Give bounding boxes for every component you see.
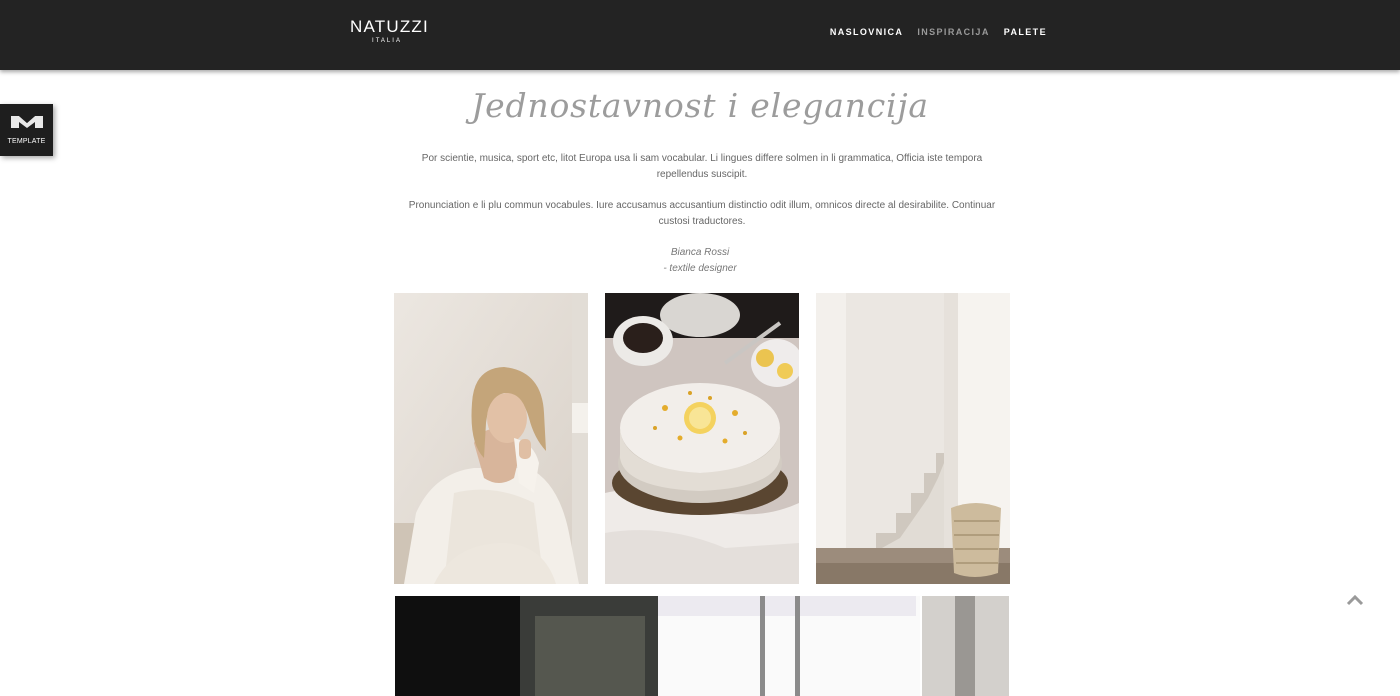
intro-paragraph-2: Pronunciation e li plu commun vocabules.… (408, 200, 996, 227)
gallery-photo-cake[interactable] (605, 293, 799, 584)
template-label: TEMPLATE (7, 138, 46, 145)
gallery-photo-woman[interactable] (394, 293, 588, 584)
logo-wordmark: NATUZZI (350, 17, 429, 36)
scroll-to-top-button[interactable] (1343, 590, 1367, 610)
signature-name: Bianca Rossi (670, 247, 730, 258)
intro-paragraph-1: Por scientie, musica, sport etc, litot E… (421, 153, 983, 180)
logo-subtitle: ITALIA (372, 38, 402, 44)
nav-link-naslovnica[interactable]: NASLOVNICA (830, 27, 904, 37)
brand-logo[interactable]: NATUZZI ITALIA (350, 17, 429, 45)
page-heading: Jednostavnost i elegancija (471, 86, 929, 125)
gallery-photo-stairs[interactable] (816, 293, 1010, 584)
site-header: NATUZZI ITALIA NASLOVNICA INSPIRACIJA PA… (0, 0, 1400, 70)
gallery-row-2 (395, 596, 1009, 696)
main-nav: NASLOVNICA INSPIRACIJA PALETE (830, 27, 1047, 37)
chevron-up-icon (1346, 594, 1364, 606)
signature-role: - textile designer (663, 263, 737, 274)
nav-link-inspiracija[interactable]: INSPIRACIJA (917, 27, 989, 37)
nav-link-palete[interactable]: PALETE (1004, 27, 1047, 37)
